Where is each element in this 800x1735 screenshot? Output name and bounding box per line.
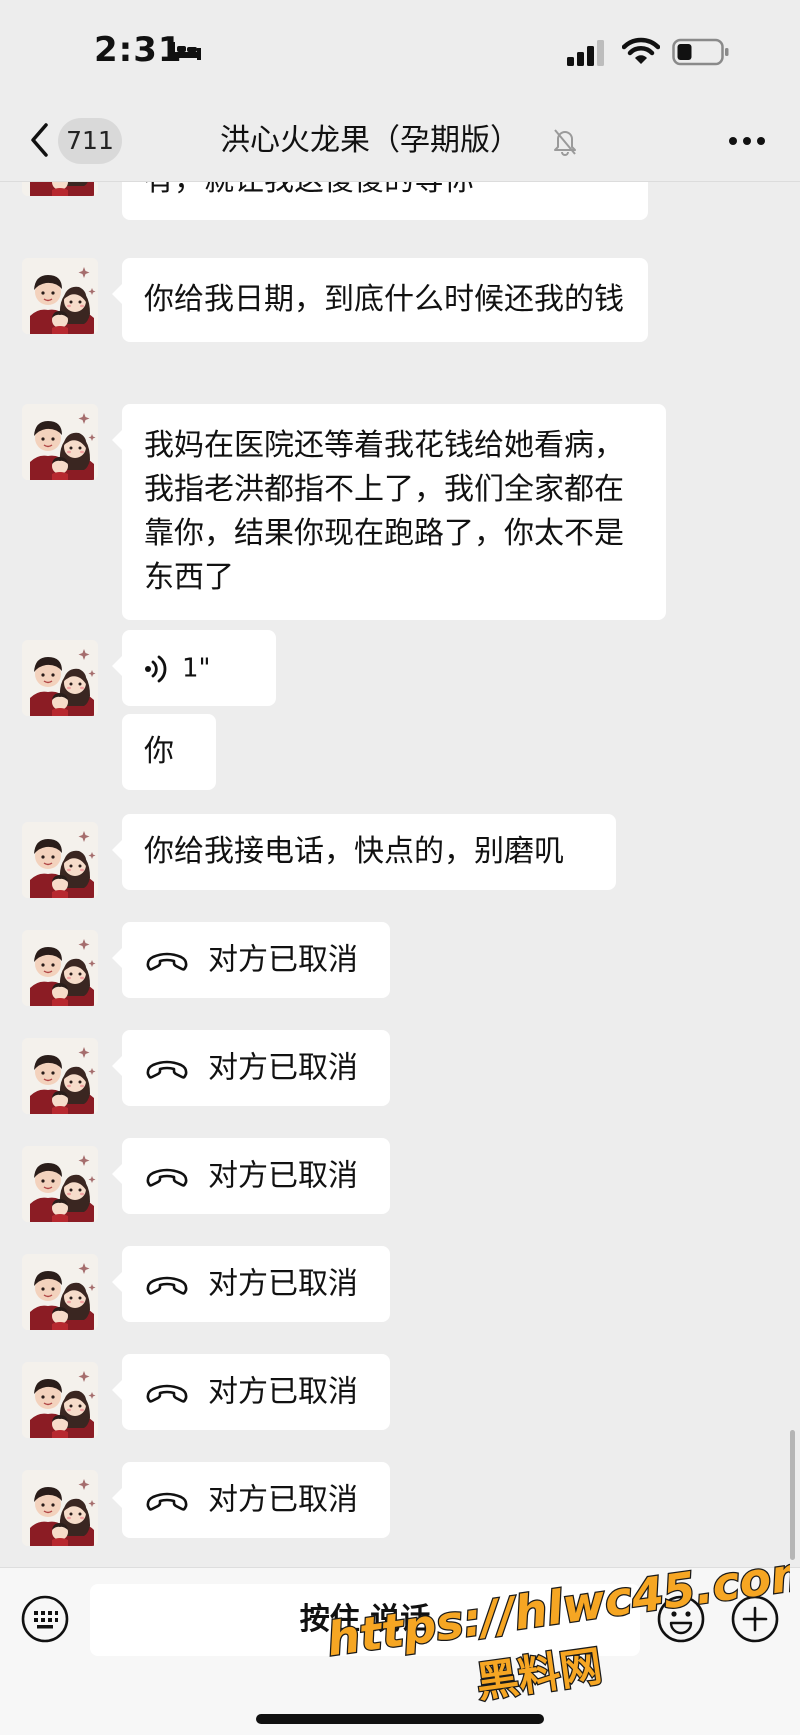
call-record-bubble[interactable]: 对方已取消 (112, 1030, 390, 1106)
call-status: 对方已取消 (208, 1482, 358, 1518)
voice-icon (145, 655, 167, 682)
contact-avatar[interactable] (22, 404, 98, 480)
contact-avatar[interactable] (22, 1254, 98, 1330)
nav-bar: 711 洪心火龙果（孕期版） (0, 100, 800, 182)
phone-hangup-icon (146, 1060, 188, 1079)
message-text: 你给我日期，到底什么时候还我的钱 (144, 282, 624, 317)
message-text: 你 (144, 734, 174, 769)
call-record-bubble[interactable]: 对方已取消 (112, 1354, 390, 1430)
phone-hangup-icon (146, 1492, 188, 1511)
contact-avatar[interactable] (22, 1038, 98, 1114)
call-record-bubble[interactable]: 对方已取消 (112, 1462, 390, 1538)
contact-avatar[interactable] (22, 1362, 98, 1438)
message-text: 有，就让我这傻傻的等你 (144, 182, 474, 198)
message-bubble[interactable]: 你给我接电话，快点的，别磨叽 (112, 814, 616, 890)
phone-hangup-icon (146, 952, 188, 971)
contact-avatar[interactable] (22, 258, 98, 334)
input-bar: 按住 说话 (0, 1567, 800, 1735)
message-bubble[interactable]: 你 (122, 714, 216, 790)
contact-avatar[interactable] (22, 640, 98, 716)
contact-avatar[interactable] (22, 822, 98, 898)
message-bubble[interactable]: 有，就让我这傻傻的等你 (122, 182, 648, 220)
voice-duration: 1" (182, 653, 211, 684)
mute-icon (554, 129, 576, 156)
call-status: 对方已取消 (208, 1050, 358, 1086)
unread-count-badge[interactable]: 711 (58, 118, 122, 164)
voice-message-bubble[interactable]: 1" (112, 630, 276, 706)
call-status: 对方已取消 (208, 1158, 358, 1194)
call-status: 对方已取消 (208, 1266, 358, 1302)
battery-icon (672, 38, 729, 66)
message-bubble[interactable]: 我妈在医院还等着我花钱给她看病，我指老洪都指不上了，我们全家都在靠你，结果你现在… (112, 404, 666, 620)
signal-icon (567, 40, 604, 66)
hold-to-talk-button[interactable]: 按住 说话 (90, 1584, 640, 1656)
home-indicator (256, 1714, 544, 1724)
message-text: 你给我接电话，快点的，别磨叽 (144, 834, 564, 869)
contact-avatar[interactable] (22, 182, 98, 196)
more-icon[interactable] (728, 136, 766, 146)
call-record-bubble[interactable]: 对方已取消 (112, 1246, 390, 1322)
phone-hangup-icon (146, 1276, 188, 1295)
plus-icon[interactable] (730, 1594, 780, 1644)
status-bar: 2:31 (0, 0, 800, 100)
contact-avatar[interactable] (22, 930, 98, 1006)
chat-scrollbar[interactable] (790, 1430, 795, 1560)
message-text: 我妈在医院还等着我花钱给她看病，我指老洪都指不上了，我们全家都在靠你，结果你现在… (144, 428, 624, 595)
call-status: 对方已取消 (208, 1374, 358, 1410)
call-status: 对方已取消 (208, 942, 358, 978)
message-bubble[interactable]: 你给我日期，到底什么时候还我的钱 (112, 258, 648, 342)
keyboard-icon[interactable] (20, 1594, 70, 1644)
contact-avatar[interactable] (22, 1470, 98, 1546)
contact-avatar[interactable] (22, 1146, 98, 1222)
wifi-icon (622, 37, 660, 64)
bed-icon (171, 42, 201, 60)
phone-hangup-icon (146, 1168, 188, 1187)
call-record-bubble[interactable]: 对方已取消 (112, 1138, 390, 1214)
call-record-bubble[interactable]: 对方已取消 (112, 922, 390, 998)
chat-message-list[interactable]: 有，就让我这傻傻的等你 你给我日期，到底什么时候还我的钱 我妈在医院还等着我花钱… (0, 182, 800, 1567)
phone-hangup-icon (146, 1384, 188, 1403)
chat-title: 洪心火龙果（孕期版） (220, 123, 520, 158)
emoji-icon[interactable] (656, 1594, 706, 1644)
back-icon[interactable] (26, 120, 52, 160)
